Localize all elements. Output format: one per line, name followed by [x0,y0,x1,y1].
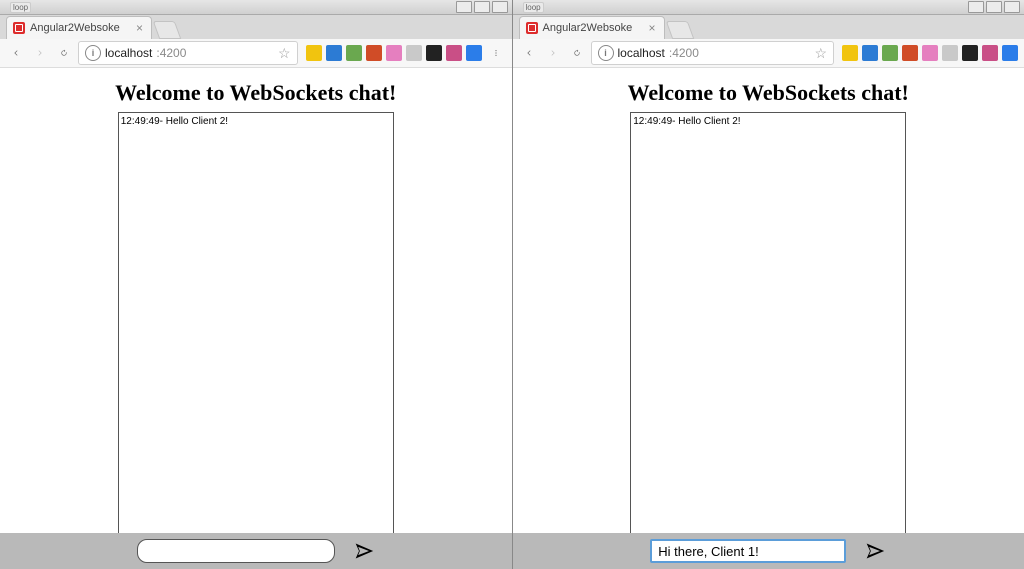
extension-icon[interactable] [902,45,918,61]
paper-plane-icon [865,541,885,561]
extension-icon[interactable] [366,45,382,61]
maximize-button[interactable] [474,1,490,13]
window-titlebar: loop [513,0,1024,15]
chat-message: 12:49:49- Hello Client 2! [121,115,391,128]
angular-favicon-icon [13,22,25,34]
page-viewport: Welcome to WebSockets chat! 12:49:49- He… [0,68,512,533]
extension-icon[interactable] [426,45,442,61]
tab-close-icon[interactable]: × [648,22,655,34]
forward-button[interactable] [543,43,563,63]
extensions-tray [306,45,482,61]
extension-icon[interactable] [882,45,898,61]
extension-icon[interactable] [306,45,322,61]
extension-icon[interactable] [1002,45,1018,61]
back-button[interactable] [519,43,539,63]
window-hint: loop [523,2,544,13]
send-button[interactable] [864,540,886,562]
chat-composer [513,533,1024,569]
tab-title: Angular2Websoke [30,22,120,34]
url-path: :4200 [156,46,186,60]
angular-favicon-icon [526,22,538,34]
minimize-button[interactable] [456,1,472,13]
tab-strip: Angular2Websoke × [0,15,512,39]
url-host: localhost [618,46,665,60]
window-titlebar: loop [0,0,512,15]
site-info-icon[interactable]: i [598,45,614,61]
extension-icon[interactable] [466,45,482,61]
url-host: localhost [105,46,152,60]
browser-window-right: loop Angular2Websoke × i localhost :4200 … [513,0,1024,569]
close-window-button[interactable] [492,1,508,13]
extensions-tray [842,45,1018,61]
extension-icon[interactable] [406,45,422,61]
extension-icon[interactable] [982,45,998,61]
new-tab-button[interactable] [153,21,182,39]
extension-icon[interactable] [922,45,938,61]
new-tab-button[interactable] [665,21,694,39]
menu-button[interactable] [486,43,506,63]
extension-icon[interactable] [962,45,978,61]
extension-icon[interactable] [326,45,342,61]
extension-icon[interactable] [862,45,878,61]
address-bar[interactable]: i localhost :4200 ☆ [78,41,298,65]
back-button[interactable] [6,43,26,63]
tab-close-icon[interactable]: × [136,22,143,34]
minimize-button[interactable] [968,1,984,13]
browser-tab[interactable]: Angular2Websoke × [6,16,152,39]
paper-plane-icon [354,541,374,561]
chat-log[interactable]: 12:49:49- Hello Client 2! [118,112,394,533]
chat-composer [0,533,512,569]
extension-icon[interactable] [446,45,462,61]
page-title: Welcome to WebSockets chat! [0,80,512,106]
chat-message: 12:49:49- Hello Client 2! [633,115,903,128]
message-input[interactable] [137,539,335,563]
url-path: :4200 [669,46,699,60]
window-hint: loop [10,2,31,13]
browser-window-left: loop Angular2Websoke × i localhost :4200 … [0,0,513,569]
extension-icon[interactable] [942,45,958,61]
bookmark-star-icon[interactable]: ☆ [278,45,291,62]
bookmark-star-icon[interactable]: ☆ [814,45,827,62]
close-window-button[interactable] [1004,1,1020,13]
message-input[interactable] [650,539,846,563]
extension-icon[interactable] [386,45,402,61]
page-viewport: Welcome to WebSockets chat! 12:49:49- He… [513,68,1024,533]
forward-button[interactable] [30,43,50,63]
address-bar[interactable]: i localhost :4200 ☆ [591,41,835,65]
tab-title: Angular2Websoke [543,22,633,34]
reload-button[interactable] [54,43,74,63]
browser-toolbar: i localhost :4200 ☆ [513,39,1024,68]
chat-log[interactable]: 12:49:49- Hello Client 2! [630,112,906,533]
extension-icon[interactable] [346,45,362,61]
reload-button[interactable] [567,43,587,63]
page-title: Welcome to WebSockets chat! [513,80,1024,106]
extension-icon[interactable] [842,45,858,61]
browser-toolbar: i localhost :4200 ☆ [0,39,512,68]
browser-tab[interactable]: Angular2Websoke × [519,16,665,39]
maximize-button[interactable] [986,1,1002,13]
tab-strip: Angular2Websoke × [513,15,1024,39]
site-info-icon[interactable]: i [85,45,101,61]
send-button[interactable] [353,540,375,562]
